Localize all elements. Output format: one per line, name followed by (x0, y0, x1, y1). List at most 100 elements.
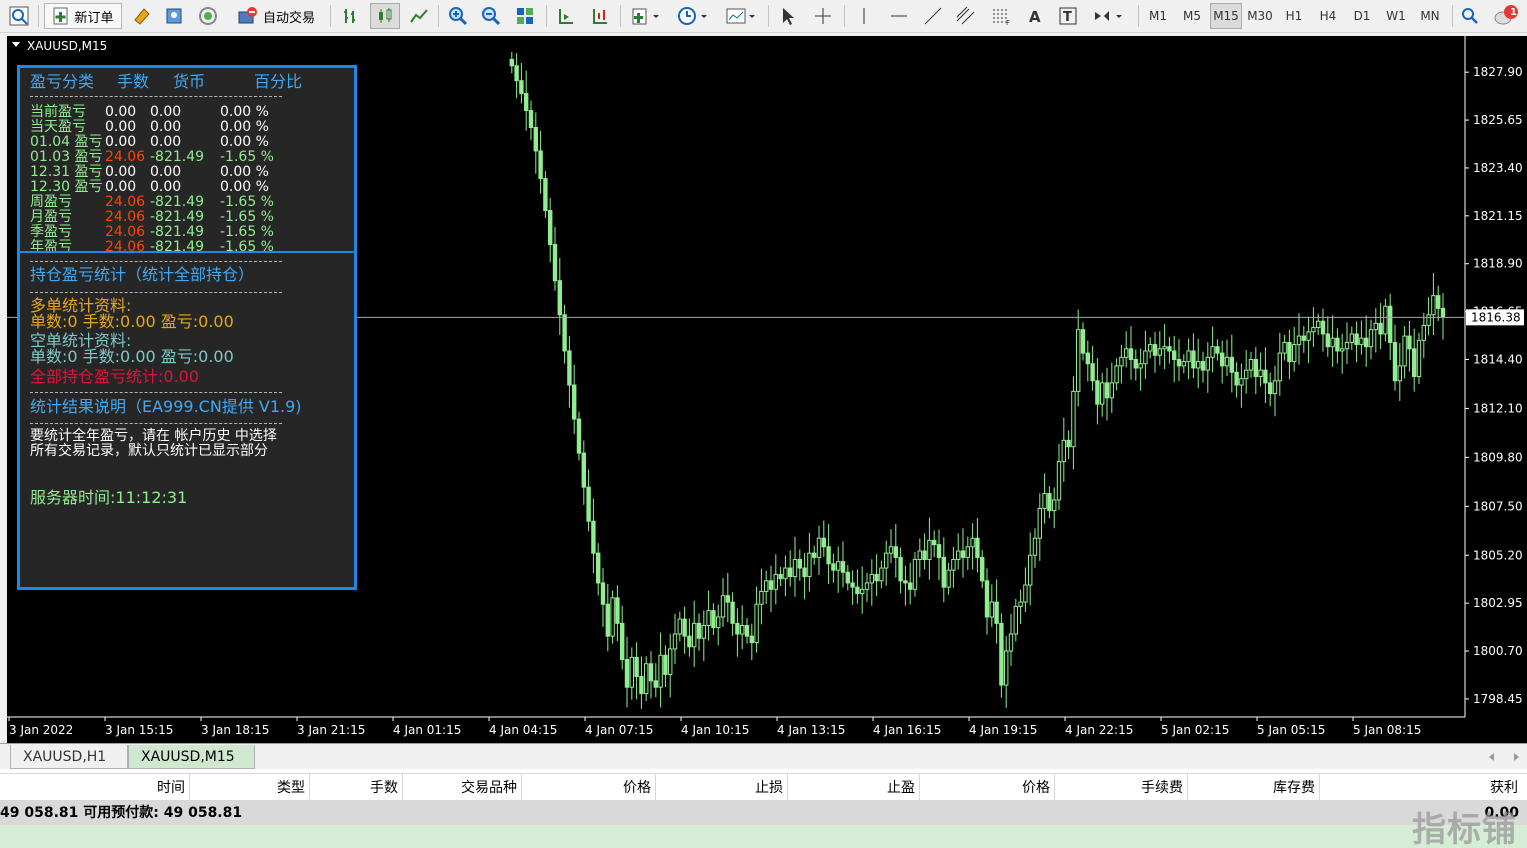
bear-candle (1378, 322, 1383, 335)
mt4-window: 新订单 自动交易 F A T M1 M5 M15 M30 H1 H4 D1 W1… (0, 0, 1527, 848)
zoom-in-icon[interactable] (445, 3, 471, 29)
pnl-row-label: 01.03 盈亏 (30, 149, 103, 165)
pnl-row-percent: 0.00 % (220, 164, 269, 180)
bear-candle (1090, 363, 1095, 382)
column-header[interactable]: 手续费 (1055, 774, 1188, 800)
text-label-icon[interactable]: T (1055, 3, 1081, 29)
column-header[interactable]: 止损 (656, 774, 788, 800)
vertical-line-icon[interactable] (852, 3, 876, 29)
notification-count: 1 (1510, 7, 1517, 18)
chart-shift-icon[interactable] (587, 3, 613, 29)
column-header[interactable]: 库存费 (1188, 774, 1320, 800)
bull-candle (1028, 554, 1033, 586)
column-header[interactable]: 交易品种 (403, 774, 522, 800)
bull-candle (1224, 356, 1230, 367)
horizontal-line-icon[interactable] (886, 3, 912, 29)
bull-candle (1018, 601, 1023, 607)
channel-icon[interactable] (952, 3, 980, 29)
short-stats: 单数:0 手数:0.00 盈亏:0.00 (30, 347, 234, 366)
panel-divider (20, 251, 354, 253)
timeframe-m30[interactable]: M30 (1244, 3, 1276, 29)
bull-candle (1109, 382, 1114, 399)
bear-candle (984, 580, 990, 618)
zoom-out-icon[interactable] (478, 3, 504, 29)
column-header[interactable]: 类型 (190, 774, 310, 800)
column-header[interactable]: 价格 (522, 774, 656, 800)
bear-candle (730, 601, 735, 624)
pnl-row-money: -821.49 (150, 194, 205, 210)
timeframe-m15[interactable]: M15 (1210, 3, 1242, 29)
search-icon[interactable] (1458, 3, 1482, 29)
bull-candle (1421, 324, 1426, 341)
column-header[interactable]: 手数 (310, 774, 403, 800)
bear-candle (533, 127, 538, 152)
templates-dropdown[interactable] (721, 3, 761, 29)
tab-xauusd-m15[interactable]: XAUUSD,M15 (128, 745, 255, 769)
balance-row[interactable]: 49 058.81 可用预付款: 49 058.81 0.00 (0, 801, 1527, 825)
bear-candle (932, 539, 937, 546)
timeframe-h1[interactable]: H1 (1278, 3, 1310, 29)
bear-candle (600, 582, 606, 605)
timeframe-mn[interactable]: MN (1414, 3, 1446, 29)
trendline-icon[interactable] (920, 3, 946, 29)
new-order-button[interactable]: 新订单 (44, 3, 122, 29)
chart-menu-arrow-icon[interactable] (12, 42, 20, 47)
pnl-row-percent: -1.65 % (220, 194, 274, 210)
chart-title: XAUUSD,M15 (27, 39, 108, 53)
bear-candle (1128, 348, 1134, 360)
signal-icon[interactable] (194, 3, 222, 29)
bear-candle (1104, 382, 1110, 399)
periods-dropdown[interactable] (673, 3, 713, 29)
bear-candle (735, 622, 740, 635)
column-header[interactable]: 时间 (0, 774, 190, 800)
ea-stats-panel: 盈亏分类 手数 货币 百分比 当前盈亏 0.00 0.00 0.00 % 当天盈亏 0.0… (17, 65, 357, 590)
bear-candle (778, 573, 783, 580)
metaeditor-icon[interactable] (128, 3, 156, 29)
fibonacci-icon[interactable]: F (988, 3, 1016, 29)
pnl-row-lots: 24.06 (105, 224, 146, 240)
y-tick-label: 1825.65 (1473, 113, 1523, 127)
bull-candle (1157, 348, 1162, 356)
bear-candle (802, 567, 807, 578)
timeframe-d1[interactable]: D1 (1346, 3, 1378, 29)
bear-candle (936, 544, 942, 558)
auto-scroll-icon[interactable] (553, 3, 579, 29)
tile-windows-icon[interactable] (512, 3, 538, 29)
y-tick-label: 1821.15 (1473, 209, 1523, 223)
arrows-dropdown[interactable] (1088, 3, 1128, 29)
cursor-icon[interactable] (775, 3, 801, 29)
crosshair-icon[interactable] (810, 3, 836, 29)
text-tool-icon[interactable]: A (1022, 3, 1048, 29)
bull-candle (1368, 329, 1374, 348)
autotrade-button[interactable]: 自动交易 (228, 3, 324, 29)
timeframe-m5[interactable]: M5 (1176, 3, 1208, 29)
column-header[interactable]: 价格 (920, 774, 1055, 800)
timeframe-m1[interactable]: M1 (1142, 3, 1174, 29)
bull-candle (1071, 390, 1076, 448)
bull-candle (1292, 344, 1297, 363)
line-chart-icon[interactable] (406, 3, 432, 29)
market-watch-icon[interactable] (4, 3, 34, 29)
bull-candle (864, 582, 870, 590)
bear-candle (1364, 337, 1369, 348)
tab-xauusd-h1[interactable]: XAUUSD,H1 (10, 745, 128, 769)
timeframe-w1[interactable]: W1 (1380, 3, 1412, 29)
x-tick-label: 3 Jan 21:15 (297, 723, 365, 737)
tab-scroll-arrows[interactable] (1486, 751, 1522, 763)
y-tick-label: 1798.45 (1473, 692, 1523, 706)
candlestick-chart-icon[interactable] (370, 3, 400, 29)
navigator-icon[interactable] (160, 3, 188, 29)
bear-candle (922, 550, 927, 561)
pnl-row-percent: 0.00 % (220, 179, 269, 195)
column-header[interactable]: 获利 (1320, 774, 1522, 800)
notifications-button[interactable]: 1 (1490, 3, 1522, 29)
bull-candle (792, 559, 798, 578)
bear-candle (855, 586, 860, 595)
column-header[interactable]: 止盈 (788, 774, 920, 800)
bull-candle (807, 552, 812, 578)
timeframe-h4[interactable]: H4 (1312, 3, 1344, 29)
bear-candle (634, 656, 639, 678)
pnl-row-money: 0.00 (150, 119, 182, 135)
bar-chart-icon[interactable] (338, 3, 364, 29)
indicators-dropdown[interactable] (627, 3, 665, 29)
